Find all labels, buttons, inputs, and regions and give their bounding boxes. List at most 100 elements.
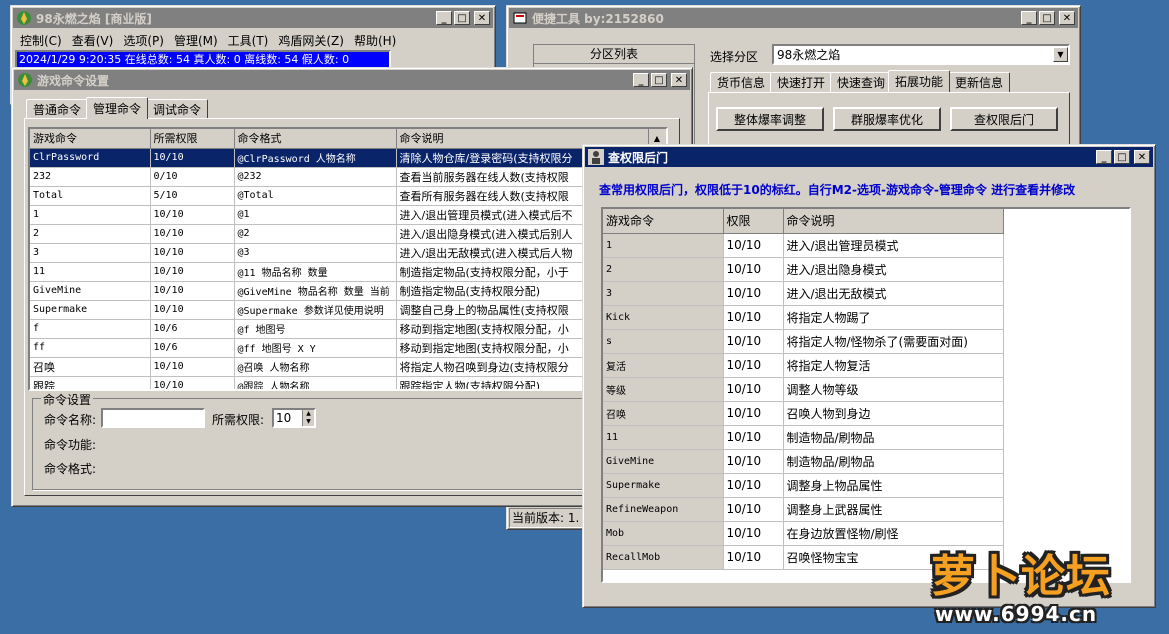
overall-drop-rate-button[interactable]: 整体爆率调整	[716, 107, 824, 131]
perm-cell-command: 召唤	[603, 401, 724, 426]
perm-cell-description: 调整身上物品属性	[783, 473, 1004, 498]
cmd-table-row[interactable]: f 10/6 @f 地图号 移动到指定地图(支持权限分配，小	[30, 319, 666, 339]
tab-quick-query[interactable]: 快速查询	[830, 72, 893, 92]
perm-table: 游戏命令 权限 命令说明 1 10/10 进入/退出管理员模式 2 10/10 进入/退出…	[603, 209, 1004, 570]
cmd-cell-format: @ff 地图号 X Y	[234, 338, 397, 358]
cmd-table-row[interactable]: ClrPassword 10/10 @ClrPassword 人物名称 清除人物仓库/…	[30, 148, 666, 168]
col-header-format[interactable]: 命令格式	[234, 129, 397, 149]
col-header-command[interactable]: 游戏命令	[30, 129, 151, 149]
cmd-perm-stepper[interactable]: 10 ▲ ▼	[272, 408, 316, 428]
menu-control[interactable]: 控制(C)	[15, 32, 67, 49]
cmd-name-input[interactable]	[101, 408, 205, 428]
col-header-command[interactable]: 游戏命令	[603, 209, 724, 234]
cmd-cell-permission: 10/10	[150, 262, 235, 282]
main-window-titlebar[interactable]: 98永燃之焰 [商业版] _ □ ✕	[13, 8, 493, 28]
tab-debug-commands[interactable]: 调试命令	[146, 99, 209, 119]
cmd-table-row[interactable]: 11 10/10 @11 物品名称 数量 制造指定物品(支持权限分配，小于	[30, 262, 666, 282]
cmd-cell-permission: 10/10	[150, 376, 235, 389]
cmd-table-row[interactable]: Supermake 10/10 @Supermake 参数详见使用说明 调整自己身上的…	[30, 300, 666, 320]
maximize-button[interactable]: □	[651, 73, 667, 87]
perm-table-row[interactable]: 召唤 10/10 召唤人物到身边	[603, 401, 1004, 426]
perm-table-row[interactable]: 2 10/10 进入/退出隐身模式	[603, 257, 1004, 282]
perm-table-row[interactable]: Supermake 10/10 调整身上物品属性	[603, 473, 1004, 498]
cmd-table-row[interactable]: 3 10/10 @3 进入/退出无敌模式(进入模式后人物	[30, 243, 666, 263]
tab-quick-open[interactable]: 快速打开	[770, 72, 833, 92]
cmd-table-row[interactable]: GiveMine 10/10 @GiveMine 物品名称 数量 当前 制造指定物品(…	[30, 281, 666, 301]
cmd-cell-format: @召唤 人物名称	[234, 357, 397, 377]
perm-cell-description: 调整人物等级	[783, 377, 1004, 402]
perm-table-row[interactable]: 11 10/10 制造物品/刷物品	[603, 425, 1004, 450]
perm-cell-permission: 10/10	[723, 545, 784, 570]
chevron-down-icon[interactable]: ▼	[1053, 47, 1068, 62]
perm-cell-command: 1	[603, 233, 724, 258]
perm-table-row[interactable]: 1 10/10 进入/退出管理员模式	[603, 233, 1004, 258]
minimize-button[interactable]: _	[1021, 11, 1037, 25]
perm-cell-description: 调整身上武器属性	[783, 497, 1004, 522]
cmd-format-label: 命令格式:	[44, 462, 97, 476]
minimize-button[interactable]: _	[1096, 150, 1112, 164]
menu-tools[interactable]: 工具(T)	[223, 32, 274, 49]
close-button[interactable]: ✕	[1134, 150, 1150, 164]
cmd-table-row[interactable]: ff 10/6 @ff 地图号 X Y 移动到指定地图(支持权限分配，小	[30, 338, 666, 358]
tools-window-titlebar[interactable]: 便捷工具 by:2152860 _ □ ✕	[509, 8, 1078, 28]
tab-updates[interactable]: 更新信息	[948, 72, 1011, 92]
perm-cell-description: 将指定人物/怪物杀了(需要面对面)	[783, 329, 1004, 354]
perm-table-row[interactable]: Kick 10/10 将指定人物踢了	[603, 305, 1004, 330]
perm-table-row[interactable]: RefineWeapon 10/10 调整身上武器属性	[603, 497, 1004, 522]
cmd-window-title: 游戏命令设置	[37, 73, 110, 88]
perm-cell-description: 制造物品/刷物品	[783, 449, 1004, 474]
menu-manage[interactable]: 管理(M)	[169, 32, 223, 49]
close-button[interactable]: ✕	[474, 11, 490, 25]
maximize-button[interactable]: □	[1039, 11, 1055, 25]
version-label: 当前版本: 1.	[512, 511, 580, 525]
cmd-cell-command: 召唤	[30, 357, 151, 377]
cmd-cell-permission: 10/10	[150, 224, 235, 244]
tab-normal-commands[interactable]: 普通命令	[26, 99, 89, 119]
close-button[interactable]: ✕	[671, 73, 687, 87]
perm-table-row[interactable]: 复活 10/10 将指定人物复活	[603, 353, 1004, 378]
perm-cell-permission: 10/10	[723, 425, 784, 450]
cmd-table-row[interactable]: 1 10/10 @1 进入/退出管理员模式(进入模式后不	[30, 205, 666, 225]
col-header-permission[interactable]: 权限	[723, 209, 784, 234]
perm-cell-description: 进入/退出无敌模式	[783, 281, 1004, 306]
spin-arrows-icon[interactable]: ▲ ▼	[302, 410, 314, 426]
check-backdoor-button[interactable]: 查权限后门	[950, 107, 1058, 131]
menu-gateway[interactable]: 鸡盾网关(Z)	[273, 32, 349, 49]
group-drop-rate-button[interactable]: 群服爆率优化	[833, 107, 941, 131]
cmd-cell-format: @f 地图号	[234, 319, 397, 339]
tab-currency[interactable]: 货币信息	[710, 72, 773, 92]
cmd-table-row[interactable]: 232 0/10 @232 查看当前服务器在线人数(支持权限	[30, 167, 666, 187]
tools-window-title: 便捷工具 by:2152860	[532, 11, 664, 26]
col-header-description[interactable]: 命令说明	[783, 209, 1004, 234]
tab-extensions[interactable]: 拓展功能	[888, 70, 951, 92]
perm-table-row[interactable]: s 10/10 将指定人物/怪物杀了(需要面对面)	[603, 329, 1004, 354]
perm-table-row[interactable]: 3 10/10 进入/退出无敌模式	[603, 281, 1004, 306]
minimize-button[interactable]: _	[633, 73, 649, 87]
menu-help[interactable]: 帮助(H)	[349, 32, 401, 49]
maximize-button[interactable]: □	[454, 11, 470, 25]
cmd-cell-format: @2	[234, 224, 397, 244]
select-zone-dropdown[interactable]: 98永燃之焰 ▼	[772, 44, 1070, 65]
maximize-button[interactable]: □	[1114, 150, 1130, 164]
cmd-table-row[interactable]: 召唤 10/10 @召唤 人物名称 将指定人物召唤到身边(支持权限分	[30, 357, 666, 377]
cmd-cell-format: @3	[234, 243, 397, 263]
perm-window-titlebar[interactable]: 查权限后门 _ □ ✕	[585, 147, 1153, 167]
cmd-table-row[interactable]: 2 10/10 @2 进入/退出隐身模式(进入模式后别人	[30, 224, 666, 244]
cmd-table-row[interactable]: 跟踪 10/10 @跟踪 人物名称 跟踪指定人物(支持权限分配)	[30, 376, 666, 389]
close-button[interactable]: ✕	[1059, 11, 1075, 25]
perm-table-row[interactable]: GiveMine 10/10 制造物品/刷物品	[603, 449, 1004, 474]
menu-view[interactable]: 查看(V)	[67, 32, 119, 49]
main-window-title: 98永燃之焰 [商业版]	[36, 11, 152, 26]
perm-cell-command: 3	[603, 281, 724, 306]
cmd-name-label: 命令名称:	[44, 413, 97, 427]
perm-table-row[interactable]: 等级 10/10 调整人物等级	[603, 377, 1004, 402]
col-header-permission[interactable]: 所需权限	[150, 129, 235, 149]
tab-admin-commands[interactable]: 管理命令	[86, 97, 149, 119]
menu-options[interactable]: 选项(P)	[118, 32, 169, 49]
perm-cell-permission: 10/10	[723, 449, 784, 474]
cmd-table-row[interactable]: Total 5/10 @Total 查看所有服务器在线人数(支持权限	[30, 186, 666, 206]
minimize-button[interactable]: _	[436, 11, 452, 25]
select-zone-label: 选择分区	[710, 50, 759, 64]
perm-cell-command: Kick	[603, 305, 724, 330]
cmd-window-titlebar[interactable]: 游戏命令设置 _ □ ✕	[14, 70, 690, 90]
